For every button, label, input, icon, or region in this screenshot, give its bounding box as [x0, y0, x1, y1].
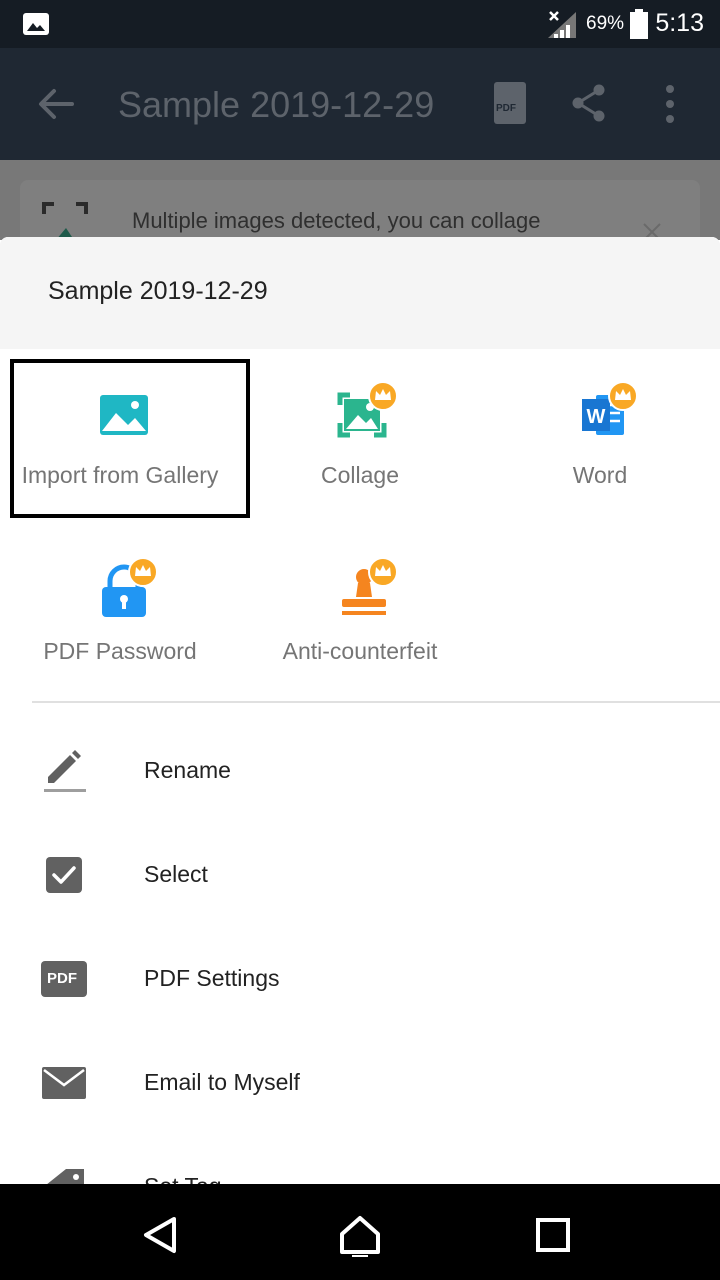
premium-crown-icon — [368, 557, 398, 587]
divider — [32, 701, 720, 703]
item-label: PDF Settings — [144, 965, 280, 991]
back-arrow-icon[interactable] — [38, 88, 74, 120]
pdf-settings-icon: PDF — [41, 961, 87, 997]
share-icon[interactable] — [571, 84, 607, 122]
image-notification-icon — [23, 13, 49, 35]
premium-crown-icon — [128, 557, 158, 587]
premium-crown-icon — [368, 381, 398, 411]
app-bar: Sample 2019-12-29 PDF — [0, 48, 720, 160]
battery-percent: 69% — [586, 13, 625, 34]
status-bar: 69% 5:13 — [0, 0, 720, 48]
battery-icon — [630, 9, 648, 39]
item-label: Select — [144, 861, 208, 887]
sheet-header: Sample 2019-12-29 — [0, 237, 720, 349]
checkbox-icon — [46, 857, 82, 893]
collage-option[interactable]: Collage — [240, 367, 480, 517]
pdf-password-option[interactable]: PDF Password — [0, 543, 240, 693]
selection-highlight — [10, 359, 250, 518]
option-label: PDF Password — [43, 638, 197, 664]
select-item[interactable]: Select — [0, 823, 720, 927]
svg-text:W: W — [587, 406, 606, 428]
signal-icon — [548, 11, 576, 38]
tag-icon — [47, 1169, 84, 1184]
item-label: Email to Myself — [144, 1069, 300, 1095]
email-to-myself-item[interactable]: Email to Myself — [0, 1031, 720, 1135]
item-label: Rename — [144, 757, 231, 783]
pdf-export-icon[interactable]: PDF — [494, 82, 526, 124]
more-options-icon[interactable] — [662, 84, 678, 124]
option-label: Word — [572, 462, 628, 488]
page-title: Sample 2019-12-29 — [118, 84, 435, 125]
anti-counterfeit-option[interactable]: Anti-counterfeit — [240, 543, 480, 693]
collage-banner-icon — [42, 202, 88, 240]
clock: 5:13 — [655, 9, 704, 37]
set-tag-item[interactable]: Set Tag — [0, 1135, 720, 1184]
option-label: Collage — [321, 462, 399, 488]
email-icon — [42, 1067, 86, 1099]
home-nav-icon[interactable] — [338, 1214, 382, 1258]
pdf-settings-item[interactable]: PDF PDF Settings — [0, 927, 720, 1031]
rename-item[interactable]: Rename — [0, 719, 720, 823]
word-option[interactable]: W Word — [480, 367, 720, 517]
pencil-icon — [44, 750, 86, 792]
recents-nav-icon[interactable] — [536, 1218, 570, 1252]
option-label: Anti-counterfeit — [282, 638, 438, 664]
premium-crown-icon — [608, 381, 638, 411]
bottom-sheet: Sample 2019-12-29 Import from Gallery Co… — [0, 237, 720, 1184]
banner-text: Multiple images detected, you can collag… — [132, 208, 541, 233]
sheet-title: Sample 2019-12-29 — [48, 277, 268, 305]
navigation-bar — [0, 1184, 720, 1280]
back-nav-icon[interactable] — [142, 1216, 178, 1254]
item-label: Set Tag — [144, 1173, 222, 1184]
